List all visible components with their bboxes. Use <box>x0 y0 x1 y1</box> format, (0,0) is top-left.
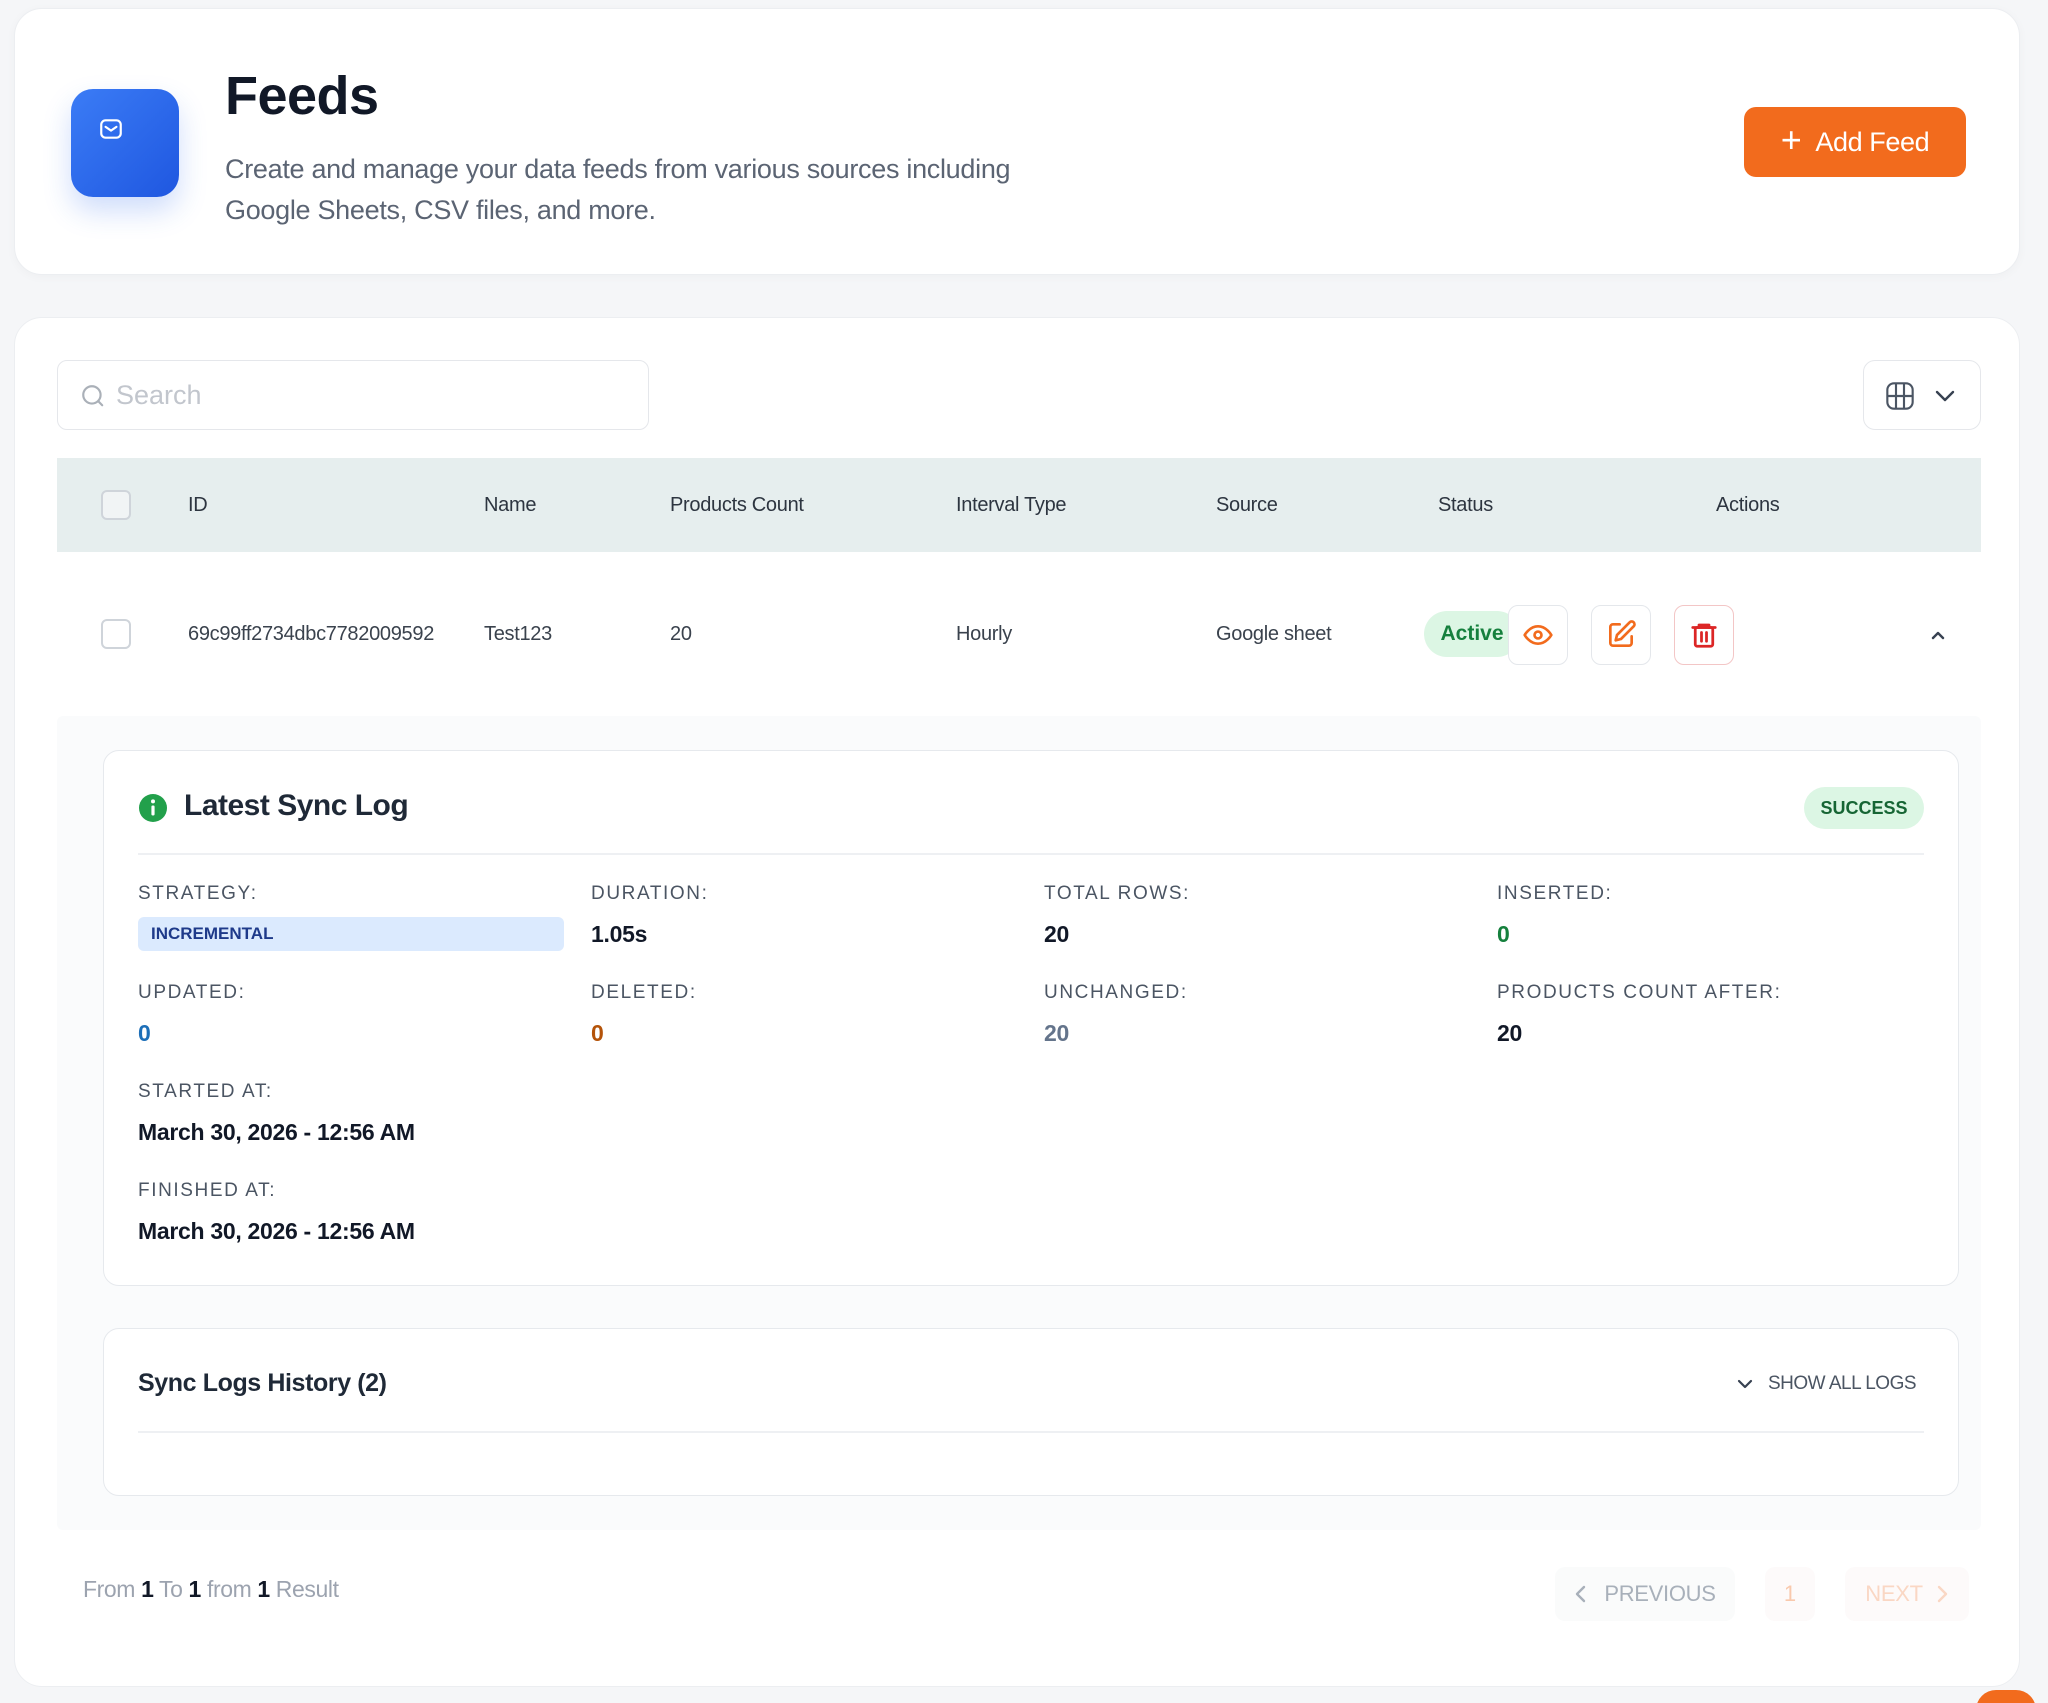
cell-id: 69c99ff2734dbc7782009592 <box>188 623 435 645</box>
finished-at-value: March 30, 2026 - 12:56 AM <box>138 1218 415 1244</box>
eye-icon <box>1523 625 1553 645</box>
table-row[interactable]: 69c99ff2734dbc7782009592 Test123 20 Hour… <box>57 576 1981 692</box>
next-page-button[interactable]: NEXT <box>1845 1567 1969 1621</box>
page-description: Create and manage your data feeds from v… <box>225 154 1011 225</box>
chevron-left-icon <box>1576 1585 1586 1603</box>
summary-to-word: To <box>159 1576 183 1602</box>
latest-sync-log-card: Latest Sync Log SUCCESS STRATEGY: INCREM… <box>103 750 1959 1286</box>
sync-logs-history-card: Sync Logs History (2) SHOW ALL LOGS <box>103 1328 1959 1496</box>
column-header-products-count[interactable]: Products Count <box>670 458 804 552</box>
edit-button[interactable] <box>1591 605 1651 665</box>
delete-button[interactable] <box>1674 605 1734 665</box>
pagination-summary: From 1 To 1 from 1 Result <box>83 1576 339 1603</box>
finished-at-label: FINISHED AT: <box>138 1180 277 1201</box>
sync-log-title: Latest Sync Log <box>184 789 409 822</box>
search-icon <box>82 385 104 407</box>
inserted-label: INSERTED: <box>1497 883 1613 904</box>
status-badge: Active <box>1424 611 1520 657</box>
info-icon <box>139 794 167 822</box>
show-all-logs-button[interactable]: SHOW ALL LOGS <box>1736 1369 1917 1399</box>
add-feed-label: Add Feed <box>1815 126 1930 157</box>
page-header-card: Feeds Create and manage your data feeds … <box>14 8 2020 275</box>
started-at-label: STARTED AT: <box>138 1081 273 1102</box>
feeds-logo <box>71 89 179 197</box>
chevron-right-icon <box>1937 1585 1947 1603</box>
total-rows-value: 20 <box>1044 921 1069 947</box>
page-title: Feeds <box>225 66 379 126</box>
column-header-actions: Actions <box>1716 494 1780 516</box>
chevron-down-icon <box>1935 390 1955 402</box>
products-count-after-value: 20 <box>1497 1020 1522 1046</box>
trash-icon <box>1691 623 1717 648</box>
sync-history-title: Sync Logs History (2) <box>138 1369 387 1397</box>
deleted-value: 0 <box>591 1020 604 1046</box>
column-visibility-button[interactable] <box>1863 360 1981 430</box>
feeds-table-card: ID Name Products Count Interval Type Sou… <box>14 317 2020 1687</box>
previous-label: PREVIOUS <box>1604 1581 1716 1606</box>
table-columns-icon <box>1886 382 1914 410</box>
view-button[interactable] <box>1508 605 1568 665</box>
chevron-down-icon <box>1737 1379 1753 1389</box>
column-header-interval-type[interactable]: Interval Type <box>956 458 1067 552</box>
select-all-checkbox[interactable] <box>101 490 131 520</box>
unchanged-label: UNCHANGED: <box>1044 982 1188 1003</box>
cell-source: Google sheet <box>1216 623 1332 645</box>
add-feed-button[interactable]: + Add Feed <box>1744 107 1966 177</box>
updated-label: UPDATED: <box>138 982 246 1003</box>
next-label: NEXT <box>1865 1581 1923 1606</box>
strategy-badge: INCREMENTAL <box>138 917 564 951</box>
cell-interval-type: Hourly <box>956 623 1012 645</box>
column-header-id[interactable]: ID <box>188 458 208 552</box>
summary-total-value: 1 <box>257 1576 270 1602</box>
previous-page-button[interactable]: PREVIOUS <box>1555 1567 1735 1621</box>
floating-action-button[interactable] <box>1976 1690 2036 1703</box>
divider <box>138 853 1924 855</box>
started-at-value: March 30, 2026 - 12:56 AM <box>138 1119 415 1145</box>
duration-value: 1.05s <box>591 921 648 947</box>
search-box <box>57 360 649 430</box>
column-header-name[interactable]: Name <box>484 458 536 552</box>
page-number-button[interactable]: 1 <box>1765 1567 1815 1621</box>
divider <box>138 1431 1924 1433</box>
show-all-logs-label: SHOW ALL LOGS <box>1768 1373 1917 1394</box>
deleted-label: DELETED: <box>591 982 697 1003</box>
cell-products-count: 20 <box>670 623 692 645</box>
summary-result-word: Result <box>275 1576 339 1602</box>
duration-label: DURATION: <box>591 883 709 904</box>
column-header-status[interactable]: Status <box>1438 458 1493 552</box>
summary-of-word: from <box>206 1576 252 1602</box>
inserted-value: 0 <box>1497 921 1510 947</box>
row-checkbox[interactable] <box>101 619 131 649</box>
unchanged-value: 20 <box>1044 1020 1069 1046</box>
chevron-up-icon[interactable] <box>1923 620 1953 650</box>
row-expanded-details: Latest Sync Log SUCCESS STRATEGY: INCREM… <box>57 716 1981 1530</box>
table-header: ID Name Products Count Interval Type Sou… <box>57 458 1981 552</box>
edit-icon <box>1609 620 1636 647</box>
summary-from-word: From <box>83 1576 136 1602</box>
column-header-source[interactable]: Source <box>1216 458 1278 552</box>
updated-value: 0 <box>138 1020 151 1046</box>
plus-icon: + <box>1780 119 1802 160</box>
products-count-after-label: PRODUCTS COUNT AFTER: <box>1497 982 1782 1003</box>
summary-from-value: 1 <box>141 1576 154 1602</box>
strategy-label: STRATEGY: <box>138 883 258 904</box>
cell-name: Test123 <box>484 623 552 645</box>
total-rows-label: TOTAL ROWS: <box>1044 883 1191 904</box>
mail-icon <box>100 119 122 139</box>
sync-status-badge: SUCCESS <box>1804 787 1924 829</box>
summary-to-value: 1 <box>188 1576 202 1602</box>
search-input[interactable] <box>116 361 636 429</box>
